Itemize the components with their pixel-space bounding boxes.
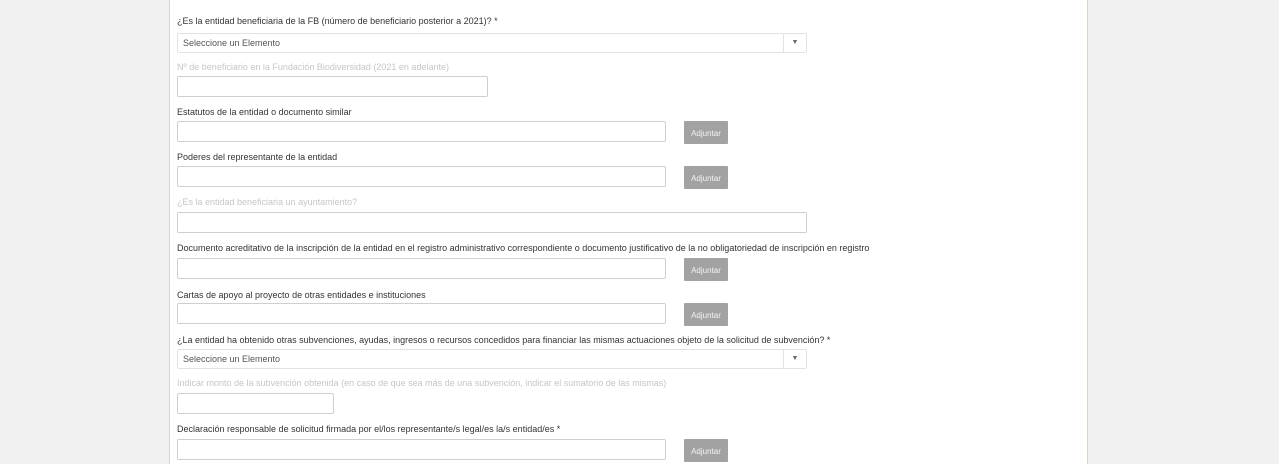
- city-council-label: ¿Es la entidad beneficiaria un ayuntamie…: [177, 197, 358, 207]
- fb-number-label: Nº de beneficiario en la Fundación Biodi…: [177, 62, 449, 72]
- declaration-file-field[interactable]: [177, 439, 666, 460]
- registry-document-attach-button[interactable]: Adjuntar: [684, 258, 728, 281]
- declaration-label: Declaración responsable de solicitud fir…: [177, 424, 561, 434]
- support-letters-file-field[interactable]: [177, 303, 666, 324]
- fb-beneficiary-select[interactable]: Seleccione un Elemento ▼: [177, 33, 807, 53]
- support-letters-label: Cartas de apoyo al proyecto de otras ent…: [177, 290, 426, 300]
- statutes-file-field[interactable]: [177, 121, 666, 142]
- support-letters-attach-button[interactable]: Adjuntar: [684, 303, 728, 326]
- statutes-attach-button[interactable]: Adjuntar: [684, 121, 728, 144]
- registry-document-file-field[interactable]: [177, 258, 666, 279]
- fb-number-input[interactable]: [177, 76, 488, 97]
- city-council-input[interactable]: [177, 212, 807, 233]
- fb-beneficiary-selected: Seleccione un Elemento: [183, 38, 281, 48]
- registry-document-label: Documento acreditativo de la inscripción…: [177, 243, 870, 253]
- grant-amount-label: Indicar monto de la subvención obtenida …: [177, 378, 667, 388]
- declaration-attach-button[interactable]: Adjuntar: [684, 439, 728, 462]
- other-grants-select[interactable]: Seleccione un Elemento ▼: [177, 349, 807, 369]
- chevron-down-icon: ▼: [783, 34, 806, 52]
- other-grants-label: ¿La entidad ha obtenido otras subvencion…: [177, 335, 831, 345]
- chevron-down-icon: ▼: [783, 350, 806, 368]
- other-grants-selected: Seleccione un Elemento: [183, 354, 281, 364]
- powers-attach-button[interactable]: Adjuntar: [684, 166, 728, 189]
- powers-file-field[interactable]: [177, 166, 666, 187]
- grant-amount-input[interactable]: [177, 393, 334, 414]
- form-panel: ¿Es la entidad beneficiaria de la FB (nú…: [169, 0, 1088, 464]
- powers-label: Poderes del representante de la entidad: [177, 152, 338, 162]
- fb-beneficiary-label: ¿Es la entidad beneficiaria de la FB (nú…: [177, 16, 498, 26]
- statutes-label: Estatutos de la entidad o documento simi…: [177, 107, 352, 117]
